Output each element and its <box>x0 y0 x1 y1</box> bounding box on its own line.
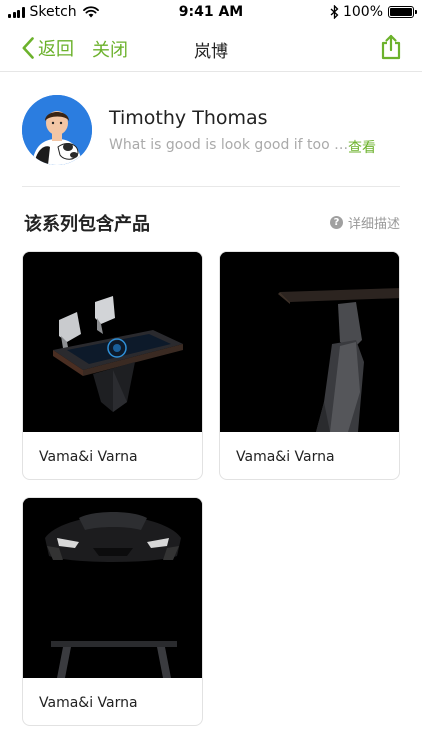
section-title: 该系列包含产品 <box>24 214 150 235</box>
car-table-image <box>23 498 202 678</box>
status-bar: Sketch 9:41 AM 100% <box>0 0 422 24</box>
status-right: 100% <box>330 4 417 20</box>
chevron-left-icon <box>22 37 34 59</box>
share-button[interactable] <box>380 34 402 64</box>
detail-description-label: 详细描述 <box>347 217 400 232</box>
battery-percent: 100% <box>342 4 383 20</box>
product-image <box>23 252 202 432</box>
product-card[interactable]: Vama&i Varna <box>22 251 203 480</box>
product-image <box>220 252 399 432</box>
battery-icon <box>388 6 417 18</box>
close-button[interactable]: 关闭 <box>92 36 128 62</box>
question-circle-icon: ? <box>329 216 343 229</box>
profile-name: Timothy Thomas <box>109 107 268 129</box>
bluetooth-icon <box>330 5 339 19</box>
product-name: Vama&i Varna <box>236 449 335 465</box>
smart-table-image <box>23 252 202 432</box>
profile-description: What is good is look good if too … <box>109 137 349 153</box>
view-more-link[interactable]: 查看 <box>348 137 376 157</box>
avatar[interactable] <box>22 95 92 165</box>
battery-fill <box>390 8 412 16</box>
profile-card: Timothy Thomas What is good is look good… <box>22 95 400 165</box>
avatar-illustration <box>22 95 92 165</box>
product-card[interactable]: Vama&i Varna <box>22 497 203 726</box>
product-card[interactable]: Vama&i Varna <box>219 251 400 480</box>
product-name: Vama&i Varna <box>39 449 138 465</box>
product-name: Vama&i Varna <box>39 695 138 711</box>
standing-desk-image <box>220 252 399 432</box>
back-button[interactable]: 返回 <box>22 35 74 61</box>
share-icon <box>381 34 401 60</box>
divider <box>22 186 400 187</box>
product-image <box>23 498 202 678</box>
detail-description-link[interactable]: ? 详细描述 <box>329 213 400 232</box>
nav-bar: 返回 关闭 岚博 <box>0 24 422 72</box>
back-label: 返回 <box>38 39 74 60</box>
